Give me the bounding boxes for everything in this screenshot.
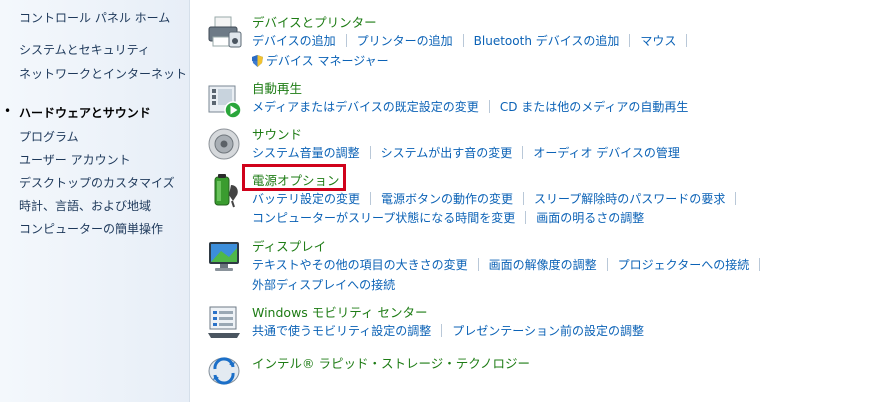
category-title-intel-rst[interactable]: インテル® ラピッド・ストレージ・テクノロジー (252, 353, 530, 372)
category-sound: サウンド システム音量の調整 システムが出す音の変更 オーディオ デバイスの管理 (207, 124, 887, 164)
devices-links-row2: デバイス マネージャー (252, 52, 389, 69)
autoplay-icon (208, 85, 242, 119)
link-change-sleep-time[interactable]: コンピューターがスリープ状態になる時間を変更 (252, 211, 515, 225)
link-add-bluetooth-device[interactable]: Bluetooth デバイスの追加 (474, 34, 620, 48)
autoplay-links: メディアまたはデバイスの既定設定の変更 CD または他のメディアの自動再生 (252, 98, 688, 115)
mobility-links: 共通で使うモビリティ設定の調整 プレゼンテーション前の設定の調整 (252, 322, 644, 339)
link-change-battery-settings[interactable]: バッテリ設定の変更 (252, 192, 360, 206)
link-add-printer[interactable]: プリンターの追加 (357, 34, 453, 48)
separator (629, 34, 631, 47)
uac-shield-icon (252, 55, 263, 67)
sidebar-item-personalization[interactable]: デスクトップのカスタマイズ (19, 174, 175, 191)
category-title-mobility-center[interactable]: Windows モビリティ センター (252, 302, 428, 321)
separator (488, 100, 490, 113)
separator (759, 258, 761, 271)
category-devices-printers: デバイスとプリンター デバイスの追加 プリンターの追加 Bluetooth デバイス… (207, 12, 887, 72)
separator (369, 146, 371, 159)
link-mouse[interactable]: マウス (640, 34, 676, 48)
separator (735, 192, 737, 205)
link-adjust-resolution[interactable]: 画面の解像度の調整 (489, 258, 597, 272)
display-links-row2: 外部ディスプレイへの接続 (252, 276, 395, 293)
category-title-autoplay[interactable]: 自動再生 (252, 78, 302, 97)
sidebar-item-clock-language-region[interactable]: 時計、言語、および地域 (19, 197, 151, 214)
sidebar-item-hardware-sound[interactable]: ハードウェアとサウンド (19, 104, 151, 121)
sound-links: システム音量の調整 システムが出す音の変更 オーディオ デバイスの管理 (252, 144, 680, 161)
sidebar-item-user-accounts[interactable]: ユーザー アカウント (19, 151, 131, 168)
separator (525, 211, 527, 224)
power-options-highlight-box (242, 164, 346, 191)
category-display: ディスプレイ テキストやその他の項目の大きさの変更 画面の解像度の調整 プロジェクタ… (207, 236, 887, 296)
speaker-icon (208, 128, 240, 160)
sidebar-item-programs[interactable]: プログラム (19, 128, 79, 145)
category-autoplay: 自動再生 メディアまたはデバイスの既定設定の変更 CD または他のメディアの自動再… (207, 78, 887, 119)
link-adjust-volume[interactable]: システム音量の調整 (252, 146, 360, 160)
category-intel-rst: インテル® ラピッド・ストレージ・テクノロジー (207, 353, 887, 389)
printer-icon (208, 16, 242, 48)
separator (686, 34, 688, 47)
current-item-bullet: • (4, 104, 12, 118)
link-device-manager[interactable]: デバイス マネージャー (266, 54, 389, 68)
separator (522, 146, 524, 159)
link-change-system-sounds[interactable]: システムが出す音の変更 (381, 146, 513, 160)
link-connect-projector[interactable]: プロジェクターへの接続 (618, 258, 750, 272)
link-manage-audio-devices[interactable]: オーディオ デバイスの管理 (533, 146, 680, 160)
separator (523, 192, 525, 205)
link-adjust-mobility-settings[interactable]: 共通で使うモビリティ設定の調整 (252, 324, 431, 338)
power-links-row2: コンピューターがスリープ状態になる時間を変更 画面の明るさの調整 (252, 209, 644, 226)
category-title-display[interactable]: ディスプレイ (252, 236, 326, 255)
link-adjust-screen-brightness[interactable]: 画面の明るさの調整 (536, 211, 644, 225)
display-links-row1: テキストやその他の項目の大きさの変更 画面の解像度の調整 プロジェクターへの接続 (252, 256, 770, 273)
battery-icon (214, 174, 238, 208)
category-title-sound[interactable]: サウンド (252, 124, 302, 143)
separator (477, 258, 479, 271)
separator (462, 34, 464, 47)
link-require-password-on-wakeup[interactable]: スリープ解除時のパスワードの要求 (534, 192, 725, 206)
sidebar-item-network-internet[interactable]: ネットワークとインターネット (19, 65, 187, 82)
link-add-device[interactable]: デバイスの追加 (252, 34, 336, 48)
separator (606, 258, 608, 271)
link-change-power-buttons[interactable]: 電源ボタンの動作の変更 (381, 192, 513, 206)
link-change-text-size[interactable]: テキストやその他の項目の大きさの変更 (252, 258, 468, 272)
sidebar-home-link[interactable]: コントロール パネル ホーム (19, 9, 170, 26)
mobility-center-icon (208, 306, 240, 338)
category-mobility-center: Windows モビリティ センター 共通で使うモビリティ設定の調整 プレゼンテー… (207, 302, 887, 342)
link-autoplay-cds[interactable]: CD または他のメディアの自動再生 (500, 100, 689, 114)
intel-rst-icon (208, 357, 240, 385)
separator (345, 34, 347, 47)
separator (370, 192, 372, 205)
category-title-devices-printers[interactable]: デバイスとプリンター (252, 12, 377, 31)
link-adjust-presentation-settings[interactable]: プレゼンテーション前の設定の調整 (452, 324, 644, 338)
display-icon (209, 242, 239, 271)
link-change-media-defaults[interactable]: メディアまたはデバイスの既定設定の変更 (252, 100, 479, 114)
sidebar-item-system-security[interactable]: システムとセキュリティ (19, 41, 150, 58)
sidebar-item-ease-of-access[interactable]: コンピューターの簡単操作 (19, 220, 163, 237)
sidebar: コントロール パネル ホーム システムとセキュリティ ネットワークとインターネッ… (0, 0, 190, 402)
power-links-row1: バッテリ設定の変更 電源ボタンの動作の変更 スリープ解除時のパスワードの要求 (252, 190, 746, 207)
separator (441, 324, 443, 337)
devices-links-row1: デバイスの追加 プリンターの追加 Bluetooth デバイスの追加 マウス (252, 32, 697, 49)
link-connect-external-display[interactable]: 外部ディスプレイへの接続 (252, 278, 395, 292)
